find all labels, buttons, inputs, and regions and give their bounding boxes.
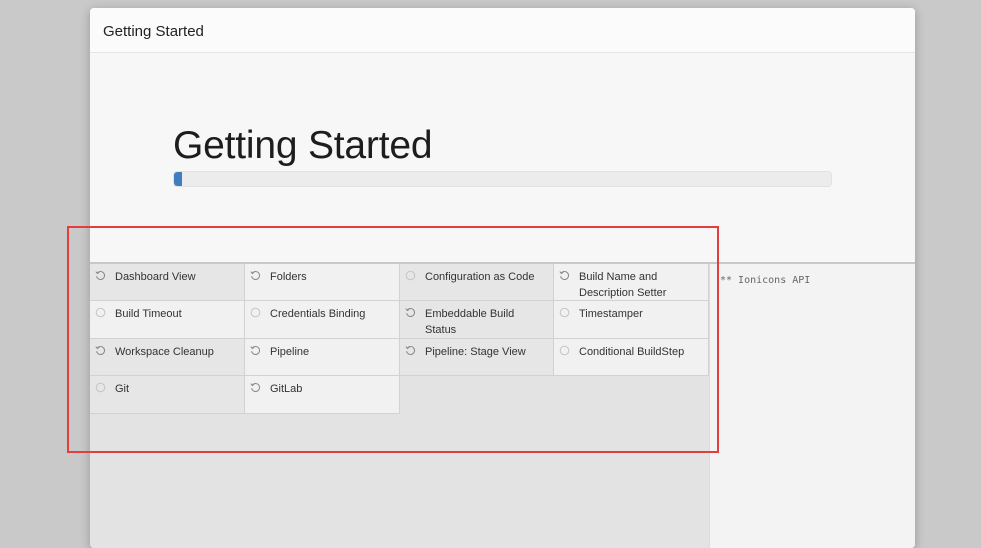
plugin-name: Pipeline: Stage View xyxy=(425,346,526,358)
plugin-name: Git xyxy=(115,383,130,395)
hero-section: Getting Started xyxy=(90,53,915,264)
plugin-item: GitLab xyxy=(245,376,400,414)
refresh-icon xyxy=(250,345,261,356)
plugin-name: Conditional BuildStep xyxy=(579,346,685,358)
pending-circle-icon xyxy=(95,382,106,393)
plugin-name: Build Name and Description Setter xyxy=(579,271,667,299)
install-log-line: ** Ionicons API xyxy=(720,275,811,286)
dialog-header: Getting Started xyxy=(90,8,915,53)
plugin-item: Build Timeout xyxy=(90,301,245,339)
plugin-item: Conditional BuildStep xyxy=(554,339,709,376)
plugin-item: Git xyxy=(90,376,245,414)
plugin-item: Credentials Binding xyxy=(245,301,400,339)
plugin-item: Build Name and Description Setter xyxy=(554,264,709,301)
getting-started-dialog: Getting Started Getting Started Dashboar… xyxy=(90,8,915,548)
plugin-list-area: Dashboard View Folders Configuration as Co… xyxy=(90,264,709,548)
plugin-item: Configuration as Code xyxy=(400,264,554,301)
pending-circle-icon xyxy=(559,345,570,356)
plugin-name: Dashboard View xyxy=(115,271,196,283)
plugin-name: Folders xyxy=(270,271,307,283)
plugin-name: Embeddable Build Status xyxy=(425,308,515,336)
refresh-icon xyxy=(559,270,570,281)
plugin-name: Configuration as Code xyxy=(425,271,535,283)
pending-circle-icon xyxy=(559,307,570,318)
pending-circle-icon xyxy=(95,307,106,318)
pending-circle-icon xyxy=(250,307,261,318)
plugin-item: Pipeline: Stage View xyxy=(400,339,554,376)
plugin-item: Dashboard View xyxy=(90,264,245,301)
refresh-icon xyxy=(405,345,416,356)
refresh-icon xyxy=(250,382,261,393)
refresh-icon xyxy=(95,345,106,356)
plugin-item: Folders xyxy=(245,264,400,301)
install-progress-bar xyxy=(173,171,832,187)
pending-circle-icon xyxy=(405,270,416,281)
plugin-item: Pipeline xyxy=(245,339,400,376)
plugin-name: GitLab xyxy=(270,383,303,395)
plugin-name: Timestamper xyxy=(579,308,643,320)
dialog-title: Getting Started xyxy=(103,23,204,40)
refresh-icon xyxy=(250,270,261,281)
plugin-name: Pipeline xyxy=(270,346,310,358)
plugin-item: Workspace Cleanup xyxy=(90,339,245,376)
install-log-panel: ** Ionicons API xyxy=(709,264,915,548)
refresh-icon xyxy=(405,307,416,318)
plugin-name: Build Timeout xyxy=(115,308,182,320)
install-progress-fill xyxy=(174,172,182,186)
plugin-name: Workspace Cleanup xyxy=(115,346,214,358)
page-title: Getting Started xyxy=(173,124,433,167)
plugin-item: Embeddable Build Status xyxy=(400,301,554,339)
refresh-icon xyxy=(95,270,106,281)
plugin-name: Credentials Binding xyxy=(270,308,366,320)
plugin-item: Timestamper xyxy=(554,301,709,339)
